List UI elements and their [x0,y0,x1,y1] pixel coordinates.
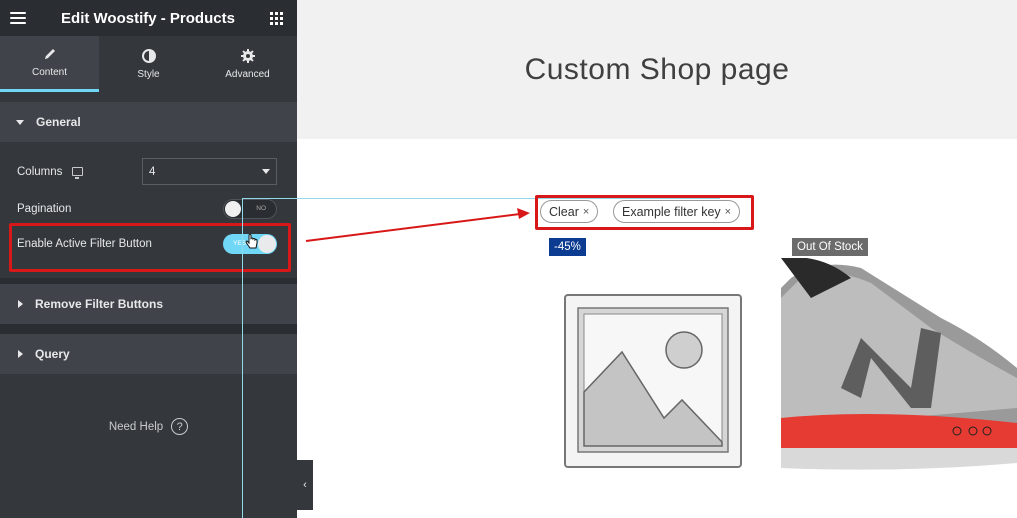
help-icon: ? [171,418,189,435]
out-of-stock-badge: Out Of Stock [792,238,868,256]
section-general[interactable]: General [0,102,297,142]
hamburger-menu-icon[interactable] [10,12,26,24]
active-filters-highlight [535,195,754,230]
tab-content[interactable]: Content [0,36,99,92]
section-query-label: Query [35,347,70,361]
tab-content-label: Content [31,67,68,78]
columns-value: 4 [149,165,156,178]
caret-down-icon [16,119,24,125]
widgets-grid-icon[interactable] [270,11,283,25]
need-help-label: Need Help [108,420,164,433]
sidebar-title: Edit Woostify - Products [61,9,235,27]
caret-right-icon [18,300,23,308]
sneaker-image[interactable] [781,257,1017,478]
half-circle-icon [141,48,156,63]
desktop-icon[interactable] [72,167,84,179]
hero-banner: Custom Shop page [297,0,1017,139]
tab-advanced-label: Advanced [225,68,270,80]
columns-row: Columns 4 [17,158,277,185]
gear-icon [240,48,255,63]
section-remove-filter-label: Remove Filter Buttons [35,297,164,311]
pencil-icon [43,47,57,61]
sidebar-header: Edit Woostify - Products [0,0,297,36]
caret-right-icon [18,350,23,358]
placeholder-image-icon[interactable] [562,292,744,470]
section-general-label: General [36,115,81,129]
panel-tabs: Content Style Advanced [0,36,297,92]
tab-style-label: Style [137,68,160,80]
pagination-label: Pagination [17,203,72,215]
chevron-down-icon [262,169,270,174]
toggle-knob [225,201,241,217]
pagination-row: Pagination NO [17,199,277,219]
columns-label: Columns [17,165,63,178]
tab-style[interactable]: Style [99,36,198,92]
page-title: Custom Shop page [524,52,790,86]
sale-badge: -45% [549,238,586,256]
columns-select[interactable]: 4 [142,158,277,185]
tab-advanced[interactable]: Advanced [198,36,297,92]
